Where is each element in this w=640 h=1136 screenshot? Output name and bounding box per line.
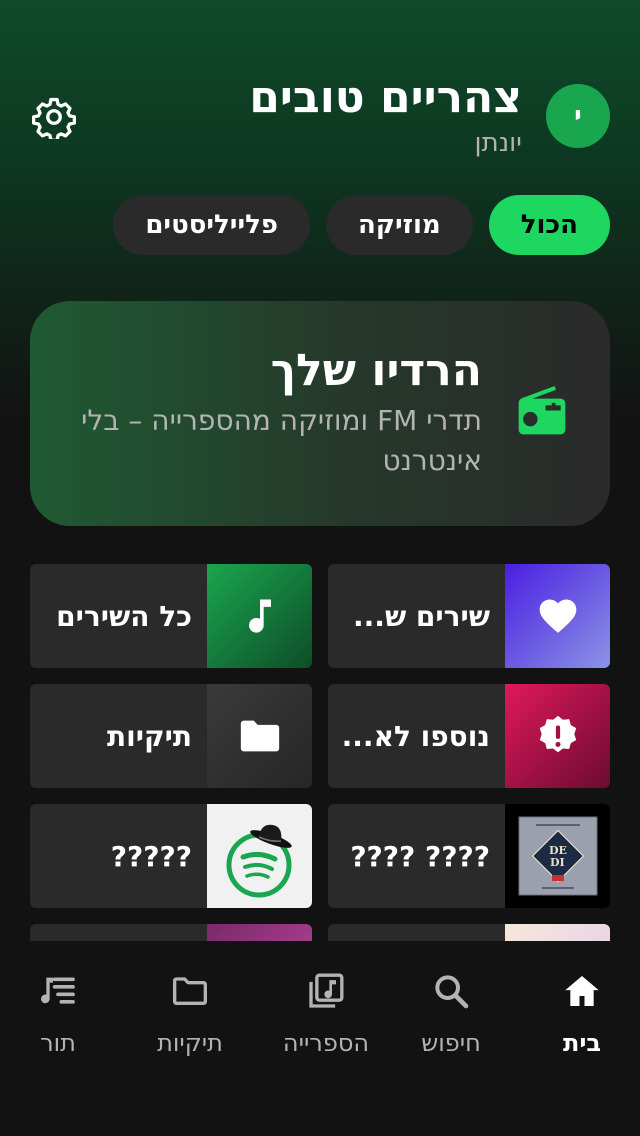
chip-playlists[interactable]: פלייליסטים bbox=[113, 195, 310, 255]
svg-text:DI: DI bbox=[550, 856, 565, 869]
chip-all[interactable]: הכול bbox=[488, 195, 610, 255]
album-art-graphic: DE DI bbox=[518, 816, 597, 896]
tile-folders[interactable]: תיקיות bbox=[30, 684, 312, 788]
spotify-logo-graphic bbox=[226, 824, 292, 898]
tile-all-songs[interactable]: כל השירים bbox=[30, 564, 312, 668]
tile-label: ???? ???? bbox=[350, 839, 490, 873]
page-title: צהריים טובים bbox=[249, 72, 522, 123]
folder-icon bbox=[173, 977, 207, 1005]
radio-icon bbox=[518, 386, 566, 435]
folder-icon bbox=[240, 720, 279, 752]
nav-search[interactable]: חיפוש bbox=[391, 941, 511, 1081]
album-art: DE DI bbox=[505, 804, 610, 908]
heart-icon bbox=[539, 599, 576, 633]
nav-library[interactable]: הספרייה bbox=[266, 941, 386, 1081]
tile-label: נוספו לא... bbox=[341, 719, 490, 753]
queue-icon bbox=[41, 977, 75, 1004]
gear-icon[interactable] bbox=[32, 95, 76, 139]
tile-label: שירים ש... bbox=[353, 599, 490, 633]
radio-card-title: הרדיו שלך bbox=[270, 345, 482, 396]
nav-folders[interactable]: תיקיות bbox=[130, 941, 250, 1081]
tile-playlist-1[interactable]: DE DI ???? ???? bbox=[328, 804, 610, 908]
nav-queue[interactable]: תור bbox=[0, 941, 118, 1081]
search-icon bbox=[435, 975, 469, 1009]
home-icon bbox=[565, 976, 599, 1006]
filter-chips: הכול מוזיקה פלייליסטים bbox=[113, 195, 610, 255]
chip-music[interactable]: מוזיקה bbox=[325, 195, 473, 255]
nav-label: תיקיות bbox=[157, 1029, 223, 1057]
alert-badge-icon bbox=[539, 715, 576, 753]
music-note-icon bbox=[248, 599, 271, 633]
tile-liked-songs[interactable]: שירים ש... bbox=[328, 564, 610, 668]
avatar-letter: י bbox=[574, 101, 582, 131]
tile-label: כל השירים bbox=[56, 599, 192, 633]
avatar[interactable]: י bbox=[546, 84, 610, 148]
nav-home[interactable]: בית bbox=[522, 941, 640, 1081]
liked-songs-thumb bbox=[505, 564, 610, 668]
nav-label: הספרייה bbox=[282, 1029, 370, 1057]
all-songs-thumb bbox=[207, 564, 312, 668]
radio-card[interactable]: הרדיו שלך תדרי FM ומוזיקה מהספרייה – בלי… bbox=[30, 301, 610, 526]
radio-card-description: תדרי FM ומוזיקה מהספרייה – בלי אינטרנט bbox=[81, 404, 482, 477]
username: יונתן bbox=[474, 128, 522, 158]
bottom-nav: בית חיפוש הספרייה תיקיות תור bbox=[0, 941, 640, 1136]
folders-thumb bbox=[207, 684, 312, 788]
nav-label: בית bbox=[562, 1029, 602, 1057]
tile-playlist-2[interactable]: ????? bbox=[30, 804, 312, 908]
tile-label: ????? bbox=[110, 839, 192, 873]
nav-label: חיפוש bbox=[421, 1029, 481, 1057]
library-icon bbox=[309, 973, 344, 1008]
recently-added-thumb bbox=[505, 684, 610, 788]
tile-recently-added[interactable]: נוספו לא... bbox=[328, 684, 610, 788]
nav-label: תור bbox=[40, 1029, 76, 1057]
spotify-logo bbox=[207, 804, 312, 908]
tile-label: תיקיות bbox=[107, 719, 192, 753]
